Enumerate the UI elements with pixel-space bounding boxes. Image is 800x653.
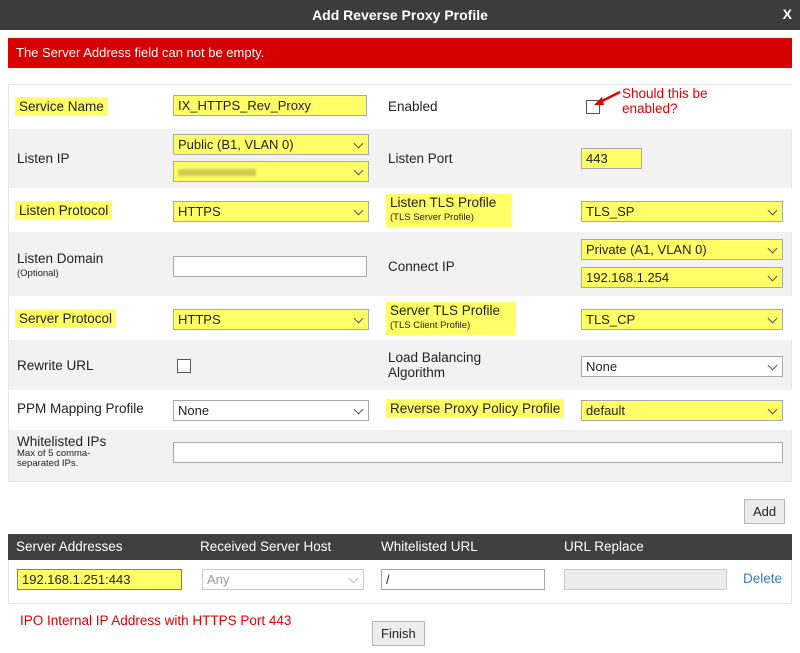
- enable-annotation-line1: Should this be: [622, 86, 708, 101]
- listen-tls-profile-select[interactable]: TLS_SP: [581, 201, 783, 222]
- load-balancing-label: Load Balancing Algorithm: [388, 350, 481, 380]
- listen-tls-profile-label: Listen TLS Profile (TLS Server Profile): [386, 194, 513, 227]
- server-address-input[interactable]: 192.168.1.251:443: [17, 569, 182, 590]
- col-whitelisted-url: Whitelisted URL: [381, 539, 478, 554]
- listen-ip-address-select[interactable]: [173, 161, 369, 182]
- redacted-ip: [178, 169, 256, 176]
- service-name-label: Service Name: [15, 97, 108, 116]
- ppm-mapping-label: PPM Mapping Profile: [17, 401, 144, 416]
- row-listen-ip: Listen IP Public (B1, VLAN 0) Listen Por…: [9, 129, 793, 188]
- listen-domain-input[interactable]: [173, 256, 367, 277]
- finish-button[interactable]: Finish: [372, 621, 425, 646]
- listen-ip-interface-select[interactable]: Public (B1, VLAN 0): [173, 134, 369, 155]
- row-server-protocol: Server Protocol HTTPS Server TLS Profile…: [9, 296, 793, 340]
- listen-port-input[interactable]: 443: [581, 148, 642, 169]
- row-ppm-mapping: PPM Mapping Profile None Reverse Proxy P…: [9, 390, 793, 430]
- reverse-proxy-policy-select[interactable]: default: [581, 400, 783, 421]
- rewrite-url-checkbox[interactable]: [177, 359, 191, 373]
- enable-annotation: Should this be enabled?: [622, 86, 708, 116]
- server-protocol-label: Server Protocol: [15, 309, 117, 328]
- rewrite-url-label: Rewrite URL: [17, 358, 94, 373]
- whitelisted-ips-sublabel-line2: separated IPs.: [17, 458, 79, 469]
- listen-domain-label: Listen Domain (Optional): [17, 252, 103, 281]
- listen-protocol-label: Listen Protocol: [15, 201, 113, 220]
- row-whitelisted-ips: Whitelisted IPs Max of 5 comma-separated …: [9, 430, 793, 482]
- form-panel: Service Name IX_HTTPS_Rev_Proxy Enabled …: [8, 84, 793, 482]
- col-received-server-host: Received Server Host: [200, 539, 332, 554]
- listen-tls-profile-title: Listen TLS Profile: [390, 195, 497, 210]
- service-name-input[interactable]: IX_HTTPS_Rev_Proxy: [173, 95, 367, 116]
- col-server-addresses: Server Addresses: [16, 539, 123, 554]
- whitelisted-ips-sublabel: Max of 5 comma-separated IPs.: [17, 449, 106, 469]
- listen-port-label: Listen Port: [388, 151, 453, 166]
- load-balancing-label-line2: Algorithm: [388, 365, 446, 380]
- server-tls-profile-title: Server TLS Profile: [390, 303, 501, 318]
- table-row: 192.168.1.251:443 Any / Delete: [8, 560, 792, 604]
- whitelisted-url-input[interactable]: /: [381, 569, 545, 590]
- connect-ip-label: Connect IP: [388, 259, 455, 274]
- listen-protocol-select[interactable]: HTTPS: [173, 201, 369, 222]
- server-tls-profile-select[interactable]: TLS_CP: [581, 309, 783, 330]
- connect-ip-interface-select[interactable]: Private (A1, VLAN 0): [581, 239, 783, 260]
- error-banner: The Server Address field can not be empt…: [8, 38, 792, 68]
- listen-domain-title: Listen Domain: [17, 251, 104, 266]
- row-listen-protocol: Listen Protocol HTTPS Listen TLS Profile…: [9, 188, 793, 232]
- ipo-annotation: IPO Internal IP Address with HTTPS Port …: [20, 613, 292, 628]
- annotation-arrow-icon: [594, 90, 621, 105]
- dialog-title: Add Reverse Proxy Profile: [312, 7, 488, 23]
- whitelisted-ips-title: Whitelisted IPs: [17, 434, 107, 449]
- received-server-host-select[interactable]: Any: [202, 569, 364, 590]
- listen-domain-sublabel: (Optional): [17, 268, 59, 279]
- dialog-titlebar: Add Reverse Proxy Profile X: [0, 0, 800, 30]
- whitelisted-ips-label: Whitelisted IPs Max of 5 comma-separated …: [17, 435, 106, 469]
- server-tls-profile-sublabel: (TLS Client Profile): [390, 320, 471, 331]
- error-message: The Server Address field can not be empt…: [16, 45, 265, 60]
- row-rewrite-url: Rewrite URL Load Balancing Algorithm None: [9, 340, 793, 390]
- server-tls-profile-label: Server TLS Profile (TLS Client Profile): [386, 302, 517, 335]
- add-button[interactable]: Add: [744, 499, 786, 524]
- whitelisted-ips-input[interactable]: [173, 442, 783, 463]
- server-table-header: Server Addresses Received Server Host Wh…: [8, 534, 792, 560]
- row-listen-domain: Listen Domain (Optional) Connect IP Priva…: [9, 232, 793, 296]
- enable-annotation-line2: enabled?: [622, 101, 678, 116]
- delete-link[interactable]: Delete: [743, 571, 782, 586]
- reverse-proxy-policy-label: Reverse Proxy Policy Profile: [386, 399, 565, 418]
- col-url-replace: URL Replace: [564, 539, 644, 554]
- close-button[interactable]: X: [783, 6, 792, 22]
- server-protocol-select[interactable]: HTTPS: [173, 309, 369, 330]
- enabled-label: Enabled: [388, 99, 438, 114]
- listen-ip-label: Listen IP: [17, 151, 70, 166]
- load-balancing-label-line1: Load Balancing: [388, 350, 482, 365]
- listen-tls-profile-sublabel: (TLS Server Profile): [390, 212, 474, 223]
- url-replace-input[interactable]: [564, 569, 727, 590]
- connect-ip-address-select[interactable]: 192.168.1.254: [581, 267, 783, 288]
- load-balancing-select[interactable]: None: [581, 356, 783, 377]
- ppm-mapping-select[interactable]: None: [173, 400, 369, 421]
